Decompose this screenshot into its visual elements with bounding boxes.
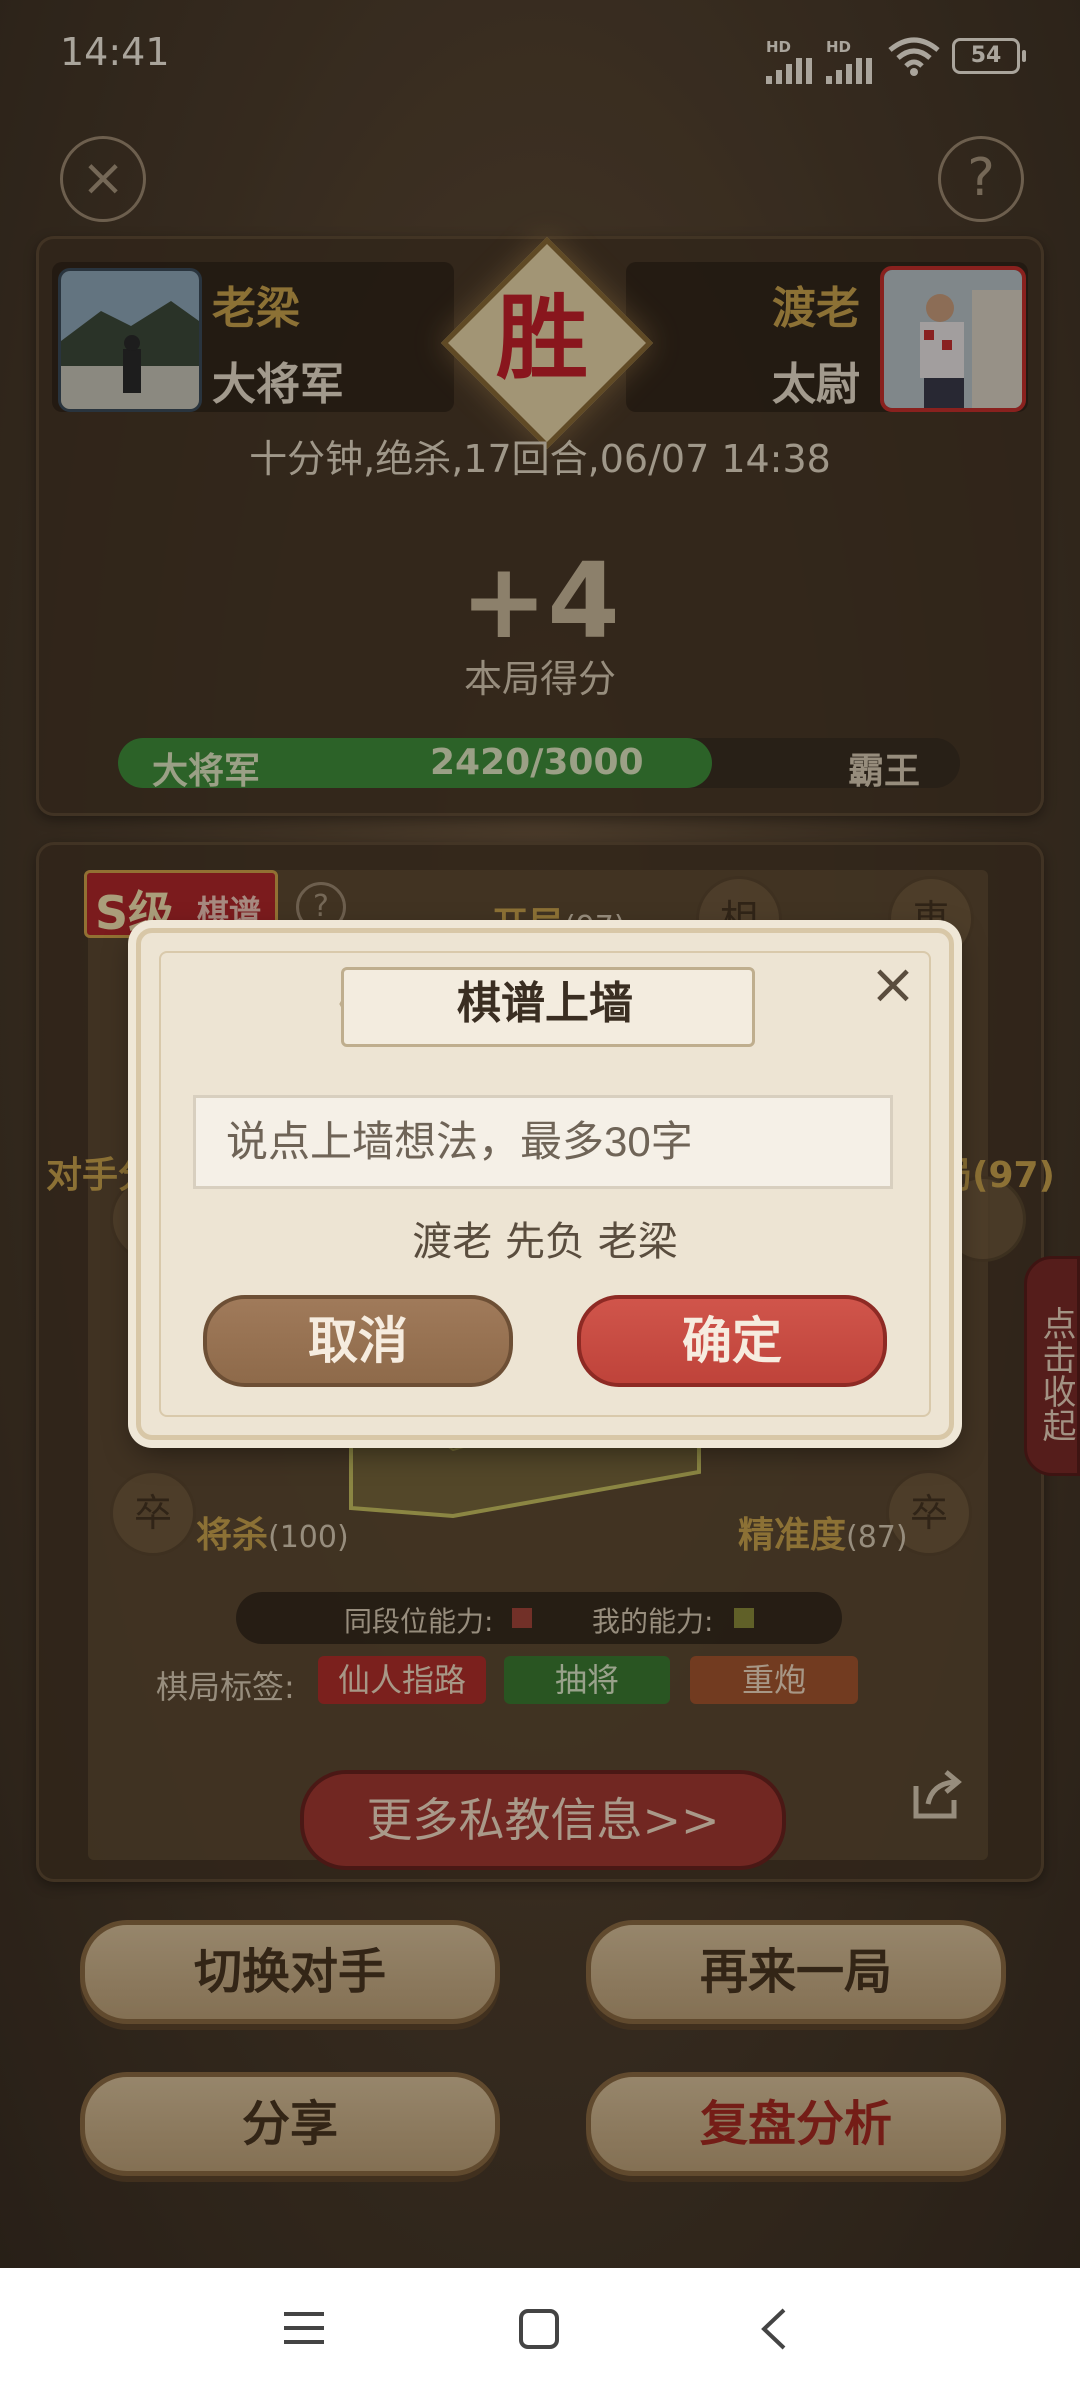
legend-peer-swatch <box>512 1608 532 1628</box>
game-result-text: 渡老 先负 老梁 <box>412 1219 678 1265</box>
tag-item[interactable]: 仙人指路 <box>318 1656 486 1704</box>
win-badge: 胜 <box>495 284 588 392</box>
more-coaching-button[interactable]: 更多私教信息>> <box>300 1770 786 1870</box>
avatar-left[interactable] <box>58 268 202 412</box>
grade-help-icon[interactable]: ? <box>296 882 346 932</box>
game-info: 十分钟,绝杀,17回合,06/07 14:38 <box>249 437 831 481</box>
grade-type: 棋谱 <box>197 893 262 931</box>
status-bar: 14:41 HD HD 54 <box>0 0 1080 110</box>
rank-progress-text: 2420/3000 <box>430 742 644 783</box>
help-icon[interactable]: ? <box>938 136 1024 222</box>
next-rank-label: 霸王 <box>848 751 921 792</box>
legend-mine-swatch <box>734 1608 754 1628</box>
player-right-rank: 太尉 <box>772 359 860 410</box>
tag-item[interactable]: 重炮 <box>690 1656 858 1704</box>
post-to-wall-dialog: 棋谱上墙 × 渡老 先负 老梁 取消 确定 <box>136 928 954 1440</box>
wall-comment-input[interactable] <box>193 1095 893 1189</box>
ability-accuracy: 精准度(87) <box>738 1515 908 1556</box>
switch-opponent-button[interactable]: 切换对手 <box>80 1920 500 2024</box>
collapse-side-tab[interactable]: 点击收起 <box>1024 1256 1080 1476</box>
status-time: 14:41 <box>60 30 170 74</box>
tag-item[interactable]: 抽将 <box>504 1656 670 1704</box>
player-left-name: 老梁 <box>212 283 300 334</box>
battery-indicator: 54 <box>952 38 1026 74</box>
menu-icon[interactable] <box>282 2308 326 2348</box>
back-icon[interactable] <box>756 2306 790 2352</box>
close-icon[interactable]: × <box>60 136 146 222</box>
player-right-name: 渡老 <box>772 283 860 334</box>
player-left-rank: 大将军 <box>212 359 344 410</box>
review-analysis-button[interactable]: 复盘分析 <box>586 2072 1006 2176</box>
cell-signal-icon-2 <box>826 52 872 84</box>
cancel-button[interactable]: 取消 <box>203 1295 513 1387</box>
legend-peer-label: 同段位能力: <box>344 1605 494 1638</box>
dialog-close-icon[interactable]: × <box>865 957 921 1013</box>
system-navigation-bar <box>0 2268 1080 2400</box>
dialog-title: 棋谱上墙 <box>457 978 633 1029</box>
home-icon[interactable] <box>518 2308 560 2350</box>
score-value: +4 <box>460 540 620 662</box>
wifi-icon <box>888 37 940 76</box>
share-icon[interactable] <box>910 1770 964 1820</box>
avatar-right[interactable] <box>880 266 1026 412</box>
board-piece: 卒 <box>110 1470 196 1556</box>
ability-legend: 同段位能力: 我的能力: <box>236 1592 842 1644</box>
cell-signal-icon <box>766 52 812 84</box>
tags-label: 棋局标签: <box>156 1668 295 1706</box>
ability-checkmate: 将杀(100) <box>196 1515 349 1556</box>
play-again-button[interactable]: 再来一局 <box>586 1920 1006 2024</box>
score-label: 本局得分 <box>463 657 616 701</box>
legend-mine-label: 我的能力: <box>592 1605 714 1638</box>
confirm-button[interactable]: 确定 <box>577 1295 887 1387</box>
current-rank-label: 大将军 <box>152 751 261 792</box>
share-button[interactable]: 分享 <box>80 2072 500 2176</box>
